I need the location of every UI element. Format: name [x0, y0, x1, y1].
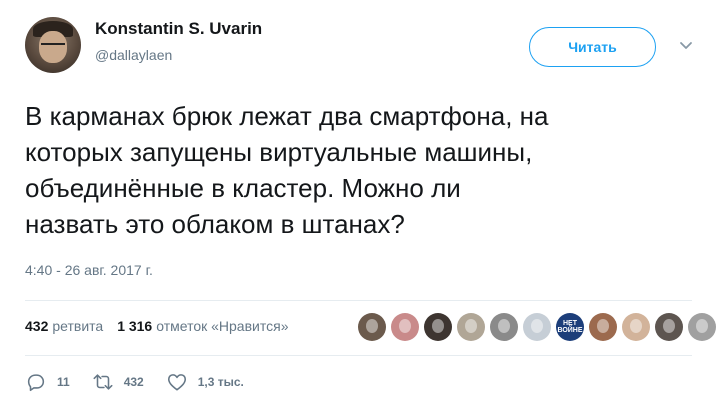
reply-icon [27, 374, 45, 392]
like-button[interactable]: 1,3 тыс. [166, 371, 244, 393]
reply-button[interactable]: 11 [25, 371, 70, 393]
liker-avatar[interactable] [688, 313, 716, 341]
tweet-card: Konstantin S. Uvarin @dallaylaen Читать … [0, 0, 717, 409]
divider-bottom [25, 355, 692, 356]
liker-avatar[interactable] [655, 313, 683, 341]
tweet-actions: 11 432 1,3 тыс. [25, 371, 266, 393]
liker-avatar[interactable] [457, 313, 485, 341]
liker-avatar[interactable] [622, 313, 650, 341]
avatar-glasses [41, 43, 65, 48]
divider-top [25, 300, 692, 301]
retweet-button[interactable]: 432 [92, 371, 144, 393]
chevron-down-icon[interactable] [676, 36, 696, 56]
tweet-timestamp[interactable]: 4:40 - 26 авг. 2017 г. [25, 262, 153, 278]
liker-avatar[interactable] [490, 313, 518, 341]
heart-icon [167, 374, 186, 391]
liker-avatar[interactable] [523, 313, 551, 341]
liker-avatar[interactable]: НЕТ ВОЙНЕ [556, 313, 584, 341]
retweet-icon [93, 374, 113, 390]
liker-avatars: НЕТ ВОЙНЕ [358, 313, 716, 341]
user-avatar[interactable] [25, 17, 81, 73]
tweet-text: В карманах брюк лежат два смартфона, на … [25, 101, 549, 239]
retweets-label[interactable]: ретвита [52, 318, 103, 334]
user-name[interactable]: Konstantin S. Uvarin [95, 19, 262, 39]
follow-button[interactable]: Читать [529, 27, 656, 67]
likes-label[interactable]: отметок «Нравится» [156, 318, 288, 334]
retweets-count[interactable]: 432 [25, 318, 48, 334]
liker-avatar[interactable] [358, 313, 386, 341]
liker-avatar[interactable] [424, 313, 452, 341]
like-count: 1,3 тыс. [197, 375, 244, 389]
liker-avatar-text: НЕТ ВОЙНЕ [557, 320, 583, 334]
reply-count: 11 [57, 375, 70, 389]
liker-avatar[interactable] [589, 313, 617, 341]
likes-count[interactable]: 1 316 [117, 318, 152, 334]
user-handle[interactable]: @dallaylaen [95, 47, 172, 63]
liker-avatar[interactable] [391, 313, 419, 341]
retweet-count: 432 [123, 375, 144, 389]
tweet-stats: 432 ретвита 1 316 отметок «Нравится» [25, 318, 288, 334]
